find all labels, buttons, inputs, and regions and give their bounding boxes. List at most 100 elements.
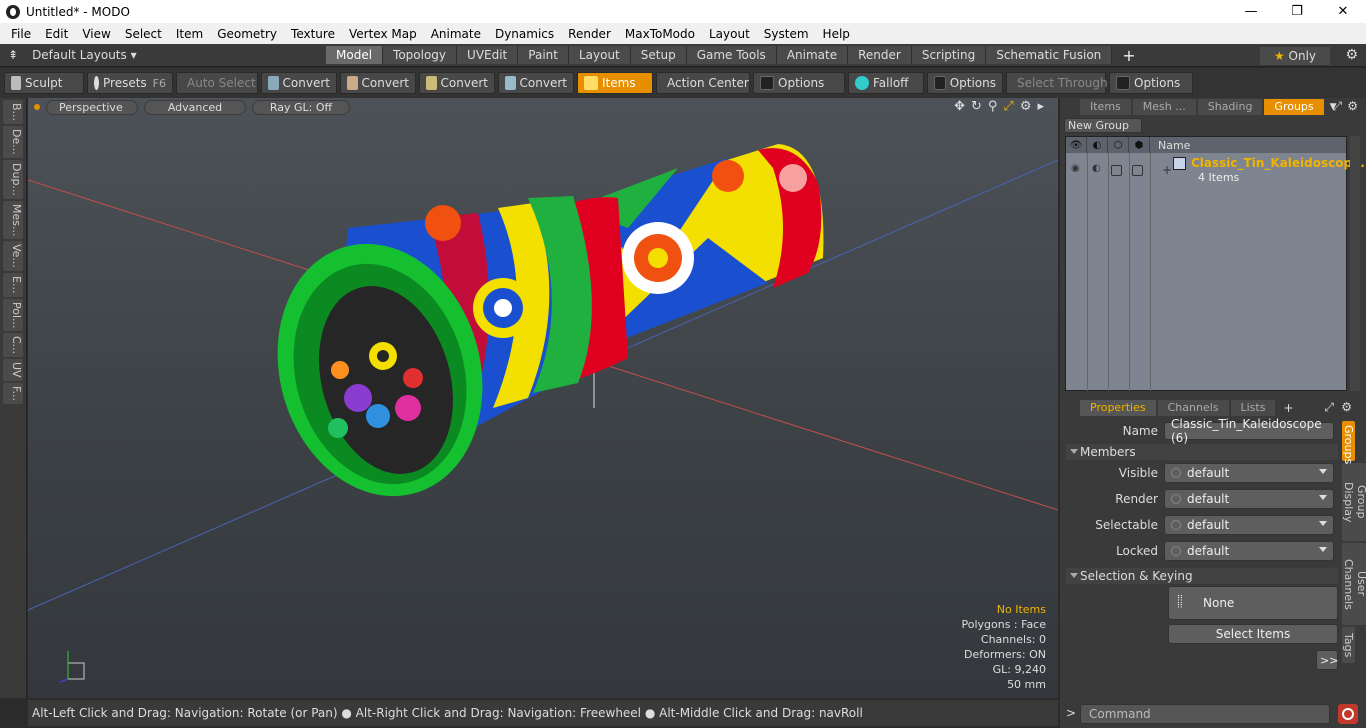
props-expand-icon[interactable]: ⤢ <box>1324 400 1334 415</box>
shading-dropdown[interactable]: Advanced <box>144 99 246 115</box>
more-button[interactable]: >> <box>1316 650 1338 670</box>
left-tab-e[interactable]: E... <box>3 273 23 297</box>
select-items-button[interactable]: Select Items <box>1168 624 1338 644</box>
tab-channels[interactable]: Channels <box>1157 400 1229 416</box>
tab-topology[interactable]: Topology <box>383 46 458 64</box>
side-tab-groups[interactable]: Groups <box>1342 421 1355 464</box>
tab-schematic-fusion[interactable]: Schematic Fusion <box>986 46 1113 64</box>
command-input[interactable]: Command <box>1080 704 1330 724</box>
side-tab-tags[interactable]: Tags <box>1342 627 1355 663</box>
convert-button-3[interactable]: Convert <box>419 72 495 94</box>
options-button-1[interactable]: Options <box>753 72 845 94</box>
menu-animate[interactable]: Animate <box>424 27 488 41</box>
menu-layout[interactable]: Layout <box>702 27 757 41</box>
selectable-dropdown[interactable]: default <box>1164 515 1334 535</box>
select-header-icon[interactable]: ⬢ <box>1129 137 1150 153</box>
options-button-2[interactable]: Options <box>927 72 1003 94</box>
tab-paint[interactable]: Paint <box>518 46 569 64</box>
side-tab-group-display[interactable]: Group Display <box>1342 463 1366 541</box>
panel-gear-icon[interactable]: ⚙ <box>1347 99 1358 113</box>
collapse-icon[interactable]: ⇞ <box>8 48 18 62</box>
menu-dynamics[interactable]: Dynamics <box>488 27 561 41</box>
row-render-icon[interactable]: ◐ <box>1092 163 1101 174</box>
3d-viewport[interactable]: Perspective Advanced Ray GL: Off ✥ ↻ ⚲ ⤢… <box>28 98 1058 698</box>
panel-expand-icon[interactable]: ⤢ <box>1332 99 1342 114</box>
select-through-button[interactable]: Select Through <box>1006 72 1108 94</box>
perspective-dropdown[interactable]: Perspective <box>46 99 138 115</box>
convert-button-2[interactable]: Convert <box>340 72 416 94</box>
name-field[interactable]: Classic_Tin_Kaleidoscope (6) <box>1164 417 1334 445</box>
left-tab-ve[interactable]: Ve... <box>3 241 23 272</box>
rotate-icon[interactable]: ↻ <box>971 99 982 114</box>
none-button[interactable]: ⁝⁝ ⁝⁝ None <box>1168 586 1338 620</box>
tab-properties[interactable]: Properties <box>1080 400 1156 416</box>
zoom-icon[interactable]: ⚲ <box>988 99 998 114</box>
left-tab-mes[interactable]: Mes... <box>3 200 23 240</box>
tab-model[interactable]: Model <box>326 46 384 64</box>
only-toggle[interactable]: ★ Only <box>1260 47 1330 65</box>
menu-render[interactable]: Render <box>561 27 618 41</box>
left-tab-pol[interactable]: Pol... <box>3 298 23 332</box>
side-tab-user-channels[interactable]: User Channels <box>1342 543 1366 625</box>
add-tab-button[interactable]: + <box>1122 46 1135 65</box>
menu-help[interactable]: Help <box>816 27 857 41</box>
left-tab-uv[interactable]: UV <box>3 359 23 381</box>
falloff-button[interactable]: Falloff <box>848 72 924 94</box>
sculpt-button[interactable]: Sculpt <box>4 72 84 94</box>
group-list-scrollbar[interactable] <box>1350 136 1360 391</box>
tab-items[interactable]: Items <box>1080 99 1131 115</box>
gear-icon[interactable]: ⚙ <box>1345 47 1358 63</box>
visibility-header-icon[interactable]: 👁 <box>1066 137 1087 153</box>
options-button-3[interactable]: Options <box>1109 72 1193 94</box>
menu-maxtomodo[interactable]: MaxToModo <box>618 27 702 41</box>
tab-animate[interactable]: Animate <box>776 46 849 64</box>
left-tab-f[interactable]: F... <box>3 382 23 404</box>
tab-layout[interactable]: Layout <box>568 46 631 64</box>
menu-edit[interactable]: Edit <box>38 27 75 41</box>
menu-geometry[interactable]: Geometry <box>210 27 284 41</box>
minimize-button[interactable]: — <box>1228 0 1274 23</box>
new-group-button[interactable]: New Group <box>1064 118 1142 133</box>
tab-game-tools[interactable]: Game Tools <box>686 46 777 64</box>
menu-select[interactable]: Select <box>118 27 169 41</box>
render-header-icon[interactable]: ◐ <box>1087 137 1108 153</box>
expand-icon[interactable]: + <box>1162 163 1172 177</box>
tab-lists[interactable]: Lists <box>1230 400 1276 416</box>
tab-uvedit[interactable]: UVEdit <box>457 46 519 64</box>
maximize-button[interactable]: ❐ <box>1274 0 1320 23</box>
left-tab-b[interactable]: B... <box>3 100 23 125</box>
auto-select-button[interactable]: Auto Select <box>176 72 258 94</box>
tab-shading[interactable]: Shading <box>1197 99 1263 115</box>
render-dropdown[interactable]: default <box>1164 489 1334 509</box>
row-visibility-icon[interactable]: ◉ <box>1071 163 1080 174</box>
tab-render[interactable]: Render <box>848 46 912 64</box>
tab-groups[interactable]: Groups <box>1264 99 1324 115</box>
left-tab-de[interactable]: De... <box>3 126 23 158</box>
visible-dropdown[interactable]: default <box>1164 463 1334 483</box>
viewport-menu-icon[interactable] <box>34 104 40 110</box>
selection-keying-section[interactable]: Selection & Keying <box>1066 568 1338 584</box>
menu-view[interactable]: View <box>75 27 117 41</box>
tab-setup[interactable]: Setup <box>630 46 687 64</box>
group-row[interactable]: ◉ ◐ + Classic_Tin_Kaleidoscope... 4 Item… <box>1066 155 1366 185</box>
items-button[interactable]: Items <box>577 72 653 94</box>
menu-texture[interactable]: Texture <box>284 27 342 41</box>
default-layouts-dropdown[interactable]: Default Layouts ▾ <box>32 48 137 62</box>
convert-button-4[interactable]: Convert <box>498 72 574 94</box>
left-tab-c[interactable]: C... <box>3 333 23 358</box>
close-button[interactable]: ✕ <box>1320 0 1366 23</box>
row-select-checkbox[interactable] <box>1132 165 1143 176</box>
members-section[interactable]: Members <box>1066 444 1338 460</box>
convert-button-1[interactable]: Convert <box>261 72 337 94</box>
viewport-gear-icon[interactable]: ⚙ <box>1020 99 1032 114</box>
presets-button[interactable]: Presets F6 <box>87 72 173 94</box>
action-center-button[interactable]: Action Center <box>656 72 750 94</box>
pan-icon[interactable]: ✥ <box>954 99 965 114</box>
row-lock-checkbox[interactable] <box>1111 165 1122 176</box>
menu-file[interactable]: File <box>4 27 38 41</box>
add-props-tab-button[interactable]: + <box>1283 401 1293 415</box>
tab-mesh[interactable]: Mesh ... <box>1132 99 1196 115</box>
lock-header-icon[interactable]: ⬡ <box>1108 137 1129 153</box>
raygl-toggle[interactable]: Ray GL: Off <box>252 99 350 115</box>
viewport-expand-icon[interactable]: ▸ <box>1037 99 1044 114</box>
